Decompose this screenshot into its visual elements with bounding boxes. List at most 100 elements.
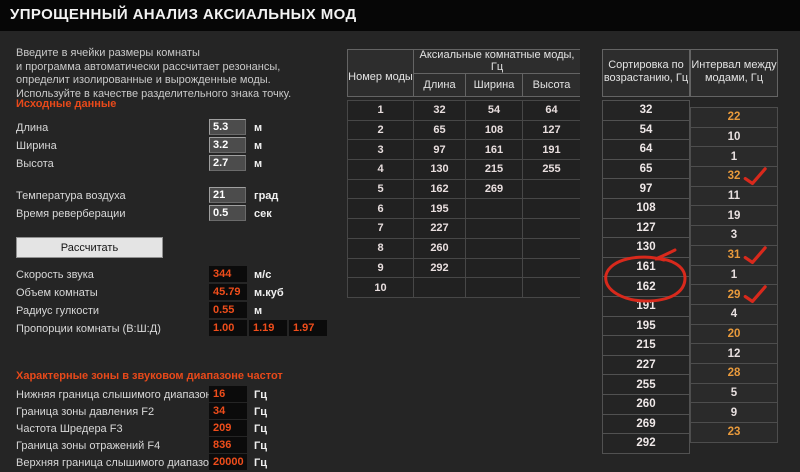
field-label: Высота <box>16 158 54 170</box>
mode-value-cell: 215 <box>466 160 522 179</box>
interval-cell: 23 <box>691 423 777 442</box>
mode-value-cell <box>523 278 580 297</box>
mode-value-cell <box>414 278 465 297</box>
field-row: Нижняя граница слышимого диапазона F1 16 Г… <box>16 386 351 404</box>
sorted-mode-cell: 195 <box>603 316 689 336</box>
sorted-frequencies-column: Сортировка по возрастанию, Гц 32 54 64 65 97… <box>602 49 690 454</box>
unit-label: Гц <box>254 423 267 435</box>
mode-number-cell: 10 <box>348 278 413 297</box>
unit-label: Гц <box>254 389 267 401</box>
field-row: Длина 5.3 м <box>16 119 351 137</box>
unit-label: град <box>254 190 279 202</box>
mode-number-cell: 7 <box>348 219 413 238</box>
mode-value-cell: 227 <box>414 219 465 238</box>
dimension-input[interactable]: 5.3 <box>209 119 246 135</box>
mode-value-cell: 97 <box>414 140 465 160</box>
interval-column-header: Интервал между модами, Гц <box>690 49 778 97</box>
unit-label: м <box>254 122 263 134</box>
field-label: Верхняя граница слышимого диапазона F5 <box>16 457 238 469</box>
parameter-input[interactable]: 0.5 <box>209 205 246 221</box>
field-label: Время реверберации <box>16 208 126 220</box>
zone-frequency-value: 16 <box>209 386 247 402</box>
sorted-mode-cell: 215 <box>603 336 689 355</box>
interval-cell: 32 <box>691 167 777 186</box>
interval-cell: 19 <box>691 206 777 226</box>
sorted-table-body: 32 54 64 65 97 108 127 130 161 162 191 195 215 227 255… <box>602 100 690 454</box>
unit-label: м <box>254 158 263 170</box>
interval-cell: 5 <box>691 383 777 403</box>
mode-value-cell: 191 <box>523 140 580 160</box>
mode-value-cell: 54 <box>466 101 522 120</box>
result-value: 0.55 <box>209 302 247 318</box>
dimension-input[interactable]: 3.2 <box>209 137 246 153</box>
field-row: Граница зоны отражений F4 836 Гц <box>16 437 351 455</box>
mode-value-cell: 269 <box>466 179 522 199</box>
unit-label: Гц <box>254 457 267 469</box>
intro-line: определит изолированные и вырожденные мо… <box>16 74 271 86</box>
interval-cell: 11 <box>691 186 777 206</box>
mode-number-cell: 9 <box>348 258 413 278</box>
intro-line: и программа автоматически рассчитает рез… <box>16 60 281 73</box>
field-label: Пропорции комнаты (В:Ш:Д) <box>16 323 161 335</box>
sorted-mode-cell: 227 <box>603 355 689 375</box>
dimension-input[interactable]: 2.7 <box>209 155 246 171</box>
sorted-mode-cell: 161 <box>603 257 689 277</box>
mode-value-cell: 260 <box>414 238 465 258</box>
mode-value-cell: 127 <box>523 120 580 140</box>
red-checkmark-icon <box>743 246 767 264</box>
mode-group-header: Аксиальные комнатные моды, Гц <box>414 49 580 73</box>
sorted-mode-cell: 260 <box>603 394 689 414</box>
mode-number-cell: 3 <box>348 140 413 160</box>
interval-cell: 29 <box>691 285 777 304</box>
interval-table-body: 22 10 1 32 11 19 3 31 1 29 4 20 12 28 5 9 23 <box>690 107 778 443</box>
field-row: Объем комнаты 45.79 м.куб <box>16 284 351 302</box>
field-label: Объем комнаты <box>16 287 98 299</box>
section-header-zones: Характерные зоны в звуковом диапазоне ча… <box>16 370 283 382</box>
result-value: 45.79 <box>209 284 247 300</box>
parameter-input[interactable]: 21 <box>209 187 246 203</box>
sorted-mode-cell: 32 <box>603 101 689 120</box>
intro-line: Введите в ячейки размеры комнаты <box>16 47 200 59</box>
field-row: Время реверберации 0.5 сек <box>16 205 351 223</box>
mode-number-cell: 8 <box>348 238 413 258</box>
zone-frequency-value: 20000 <box>209 454 247 470</box>
mode-subheader: Ширина <box>466 73 522 96</box>
red-checkmark-icon <box>743 167 767 186</box>
field-row: Радиус гулкости 0.55 м <box>16 302 351 320</box>
zone-frequency-value: 209 <box>209 420 247 436</box>
mode-value-cell <box>523 258 580 278</box>
sorted-column-header: Сортировка по возрастанию, Гц <box>602 49 690 97</box>
interval-cell: 9 <box>691 403 777 422</box>
sorted-mode-cell: 64 <box>603 140 689 159</box>
mode-value-cell: 130 <box>414 160 465 179</box>
mode-value-cell <box>466 258 522 278</box>
field-label: Температура воздуха <box>16 190 126 202</box>
mode-number-cell: 4 <box>348 160 413 179</box>
mode-table-header: Номер моды Аксиальные комнатные моды, Гц… <box>347 49 580 97</box>
mode-value-cell: 292 <box>414 258 465 278</box>
interval-cell: 31 <box>691 245 777 265</box>
interval-cell: 28 <box>691 363 777 383</box>
mode-value-cell <box>466 219 522 238</box>
zone-frequency-value: 34 <box>209 403 247 419</box>
title-bar: УПРОЩЕННЫЙ АНАЛИЗ АКСИАЛЬНЫХ МОД <box>0 0 800 31</box>
calculate-button[interactable]: Рассчитать <box>16 237 163 258</box>
mode-number-header: Номер моды <box>348 50 413 96</box>
mode-value-cell <box>523 238 580 258</box>
interval-cell: 12 <box>691 344 777 363</box>
mode-number-cell: 6 <box>348 199 413 219</box>
sorted-mode-cell: 130 <box>603 238 689 257</box>
sorted-mode-cell: 65 <box>603 159 689 179</box>
unit-label: сек <box>254 208 272 220</box>
result-value: 1.00 <box>209 320 247 336</box>
interval-cell: 4 <box>691 304 777 324</box>
unit-label: м/с <box>254 269 272 281</box>
interval-cell: 22 <box>691 108 777 127</box>
sorted-mode-cell: 127 <box>603 218 689 238</box>
mode-value-cell <box>466 278 522 297</box>
mode-value-cell: 162 <box>414 179 465 199</box>
page-title: УПРОЩЕННЫЙ АНАЛИЗ АКСИАЛЬНЫХ МОД <box>10 6 357 23</box>
mode-value-cell <box>466 199 522 219</box>
sorted-mode-cell: 97 <box>603 179 689 198</box>
sorted-mode-cell: 269 <box>603 414 689 434</box>
